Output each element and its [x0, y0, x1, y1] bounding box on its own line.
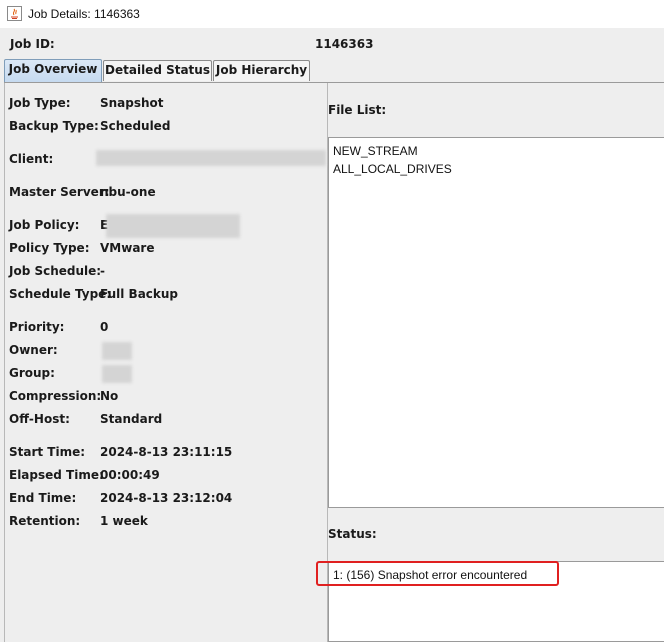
- window-titlebar: Job Details: 1146363: [0, 0, 664, 28]
- client-label: Client:: [9, 152, 54, 166]
- job-policy-label: Job Policy:: [9, 218, 80, 232]
- job-overview-panel: [4, 83, 328, 642]
- client-value-redacted: [96, 150, 326, 166]
- off-host-label: Off-Host:: [9, 412, 70, 426]
- end-time-value: 2024-8-13 23:12:04: [100, 491, 233, 505]
- file-list-box[interactable]: NEW_STREAM ALL_LOCAL_DRIVES: [328, 137, 664, 508]
- job-schedule-value: -: [100, 264, 105, 278]
- status-label: Status:: [328, 527, 377, 541]
- master-server-value: nbu-one: [100, 185, 156, 199]
- start-time-label: Start Time:: [9, 445, 86, 459]
- list-item[interactable]: NEW_STREAM: [333, 144, 418, 158]
- list-item[interactable]: ALL_LOCAL_DRIVES: [333, 162, 452, 176]
- job-policy-redacted: [106, 214, 240, 238]
- group-value-redacted: [102, 365, 132, 383]
- backup-type-value: Scheduled: [100, 119, 171, 133]
- policy-type-value: VMware: [100, 241, 155, 255]
- schedule-type-value: Full Backup: [100, 287, 179, 301]
- retention-value: 1 week: [100, 514, 148, 528]
- file-list-label: File List:: [328, 103, 387, 117]
- job-id-value: 1146363: [315, 37, 374, 51]
- tab-detailed-status[interactable]: Detailed Status: [103, 60, 212, 81]
- end-time-label: End Time:: [9, 491, 77, 505]
- master-server-label: Master Server:: [9, 185, 110, 199]
- job-schedule-label: Job Schedule:: [9, 264, 102, 278]
- window-title: Job Details: 1146363: [28, 7, 140, 21]
- compression-value: No: [100, 389, 119, 403]
- compression-label: Compression:: [9, 389, 102, 403]
- elapsed-time-label: Elapsed Time:: [9, 468, 104, 482]
- tab-job-overview[interactable]: Job Overview: [4, 59, 102, 82]
- schedule-type-label: Schedule Type:: [9, 287, 112, 301]
- priority-label: Priority:: [9, 320, 65, 334]
- elapsed-time-value: 00:00:49: [100, 468, 160, 482]
- error-highlight-box: [316, 561, 559, 586]
- group-label: Group:: [9, 366, 55, 380]
- owner-label: Owner:: [9, 343, 58, 357]
- retention-label: Retention:: [9, 514, 81, 528]
- priority-value: 0: [100, 320, 109, 334]
- policy-type-label: Policy Type:: [9, 241, 90, 255]
- job-id-label: Job ID:: [10, 37, 55, 51]
- job-type-value: Snapshot: [100, 96, 164, 110]
- start-time-value: 2024-8-13 23:11:15: [100, 445, 233, 459]
- owner-value-redacted: [102, 342, 132, 360]
- java-app-icon: [7, 6, 22, 21]
- backup-type-label: Backup Type:: [9, 119, 99, 133]
- tab-job-hierarchy[interactable]: Job Hierarchy: [213, 60, 310, 81]
- job-type-label: Job Type:: [9, 96, 71, 110]
- off-host-value: Standard: [100, 412, 163, 426]
